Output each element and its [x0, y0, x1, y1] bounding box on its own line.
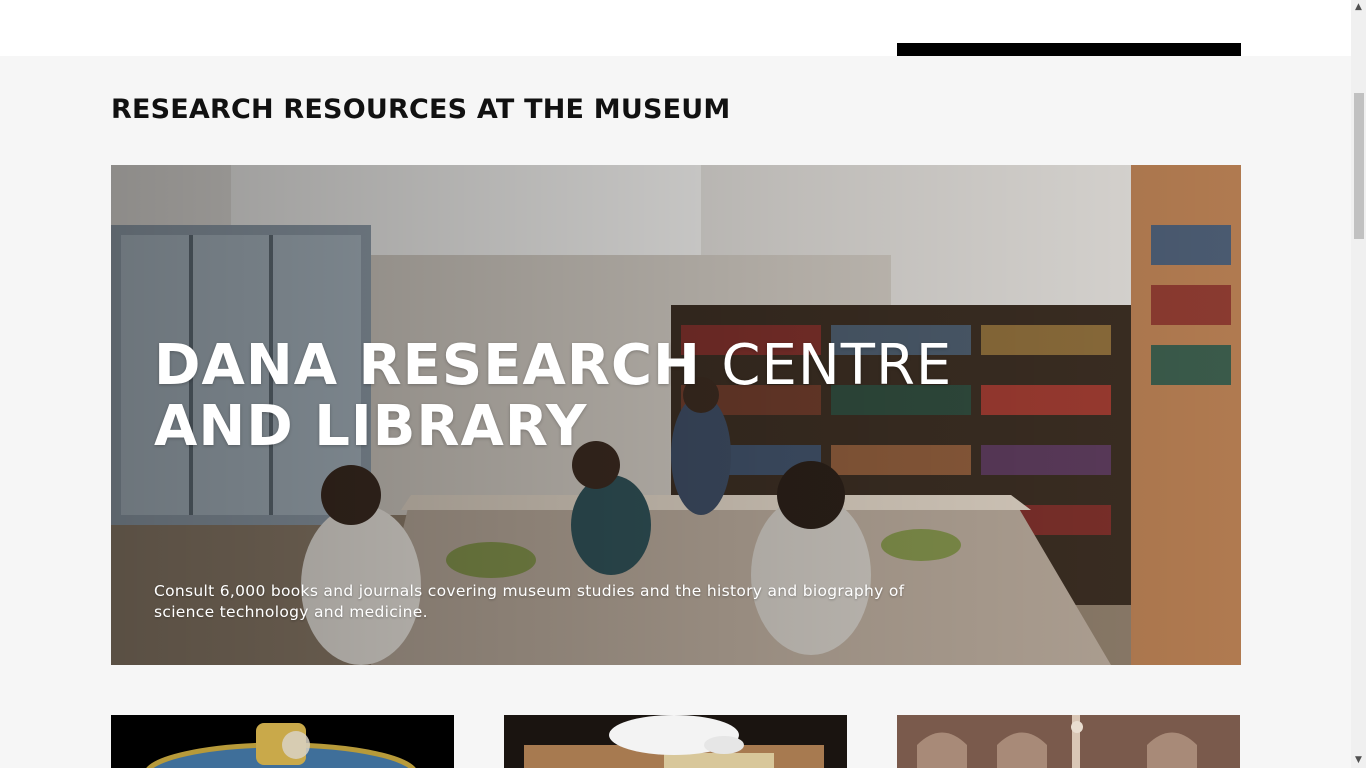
hero-title-line1-bold: DANA RESEARCH [154, 333, 701, 398]
orrery-image [111, 715, 454, 768]
resource-card-3[interactable] [897, 715, 1240, 768]
page-scrollbar[interactable]: ▲ ▼ [1351, 0, 1366, 768]
scroll-up-icon[interactable]: ▲ [1351, 0, 1366, 15]
scroll-down-icon[interactable]: ▼ [1351, 753, 1366, 768]
hero-title[interactable]: DANA RESEARCH CENTRE AND LIBRARY [154, 335, 952, 457]
hero-card-dana-library[interactable]: DANA RESEARCH CENTRE AND LIBRARY Consult… [111, 165, 1241, 665]
resource-card-1[interactable] [111, 715, 454, 768]
resource-card-2[interactable] [504, 715, 847, 768]
historic-building-image [897, 715, 1240, 768]
section-title: RESEARCH RESOURCES AT THE MUSEUM [111, 94, 731, 125]
hero-title-line1-light: CENTRE [721, 333, 953, 398]
top-dark-button-edge[interactable] [897, 43, 1241, 56]
hero-description: Consult 6,000 books and journals coverin… [154, 582, 905, 621]
hero-title-line2: AND LIBRARY [154, 394, 588, 459]
rare-book-image [504, 715, 847, 768]
scroll-thumb[interactable] [1354, 93, 1364, 239]
